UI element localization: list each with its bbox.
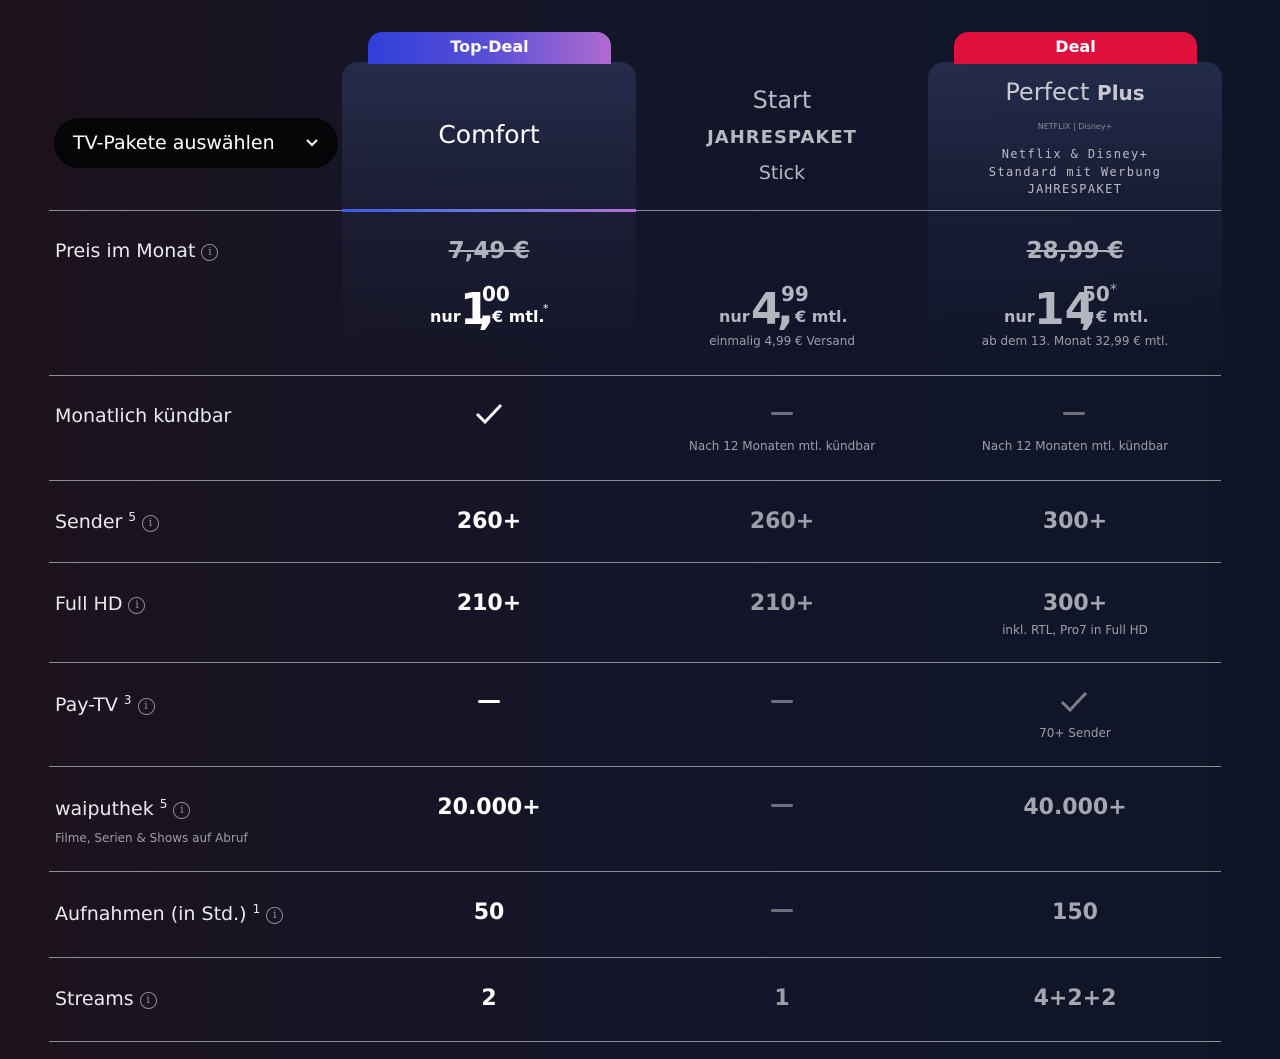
- perfect-sub-line3: JAHRESPAKET: [1027, 182, 1123, 196]
- dash-icon: [771, 804, 793, 807]
- info-icon[interactable]: i: [128, 597, 146, 614]
- chevron-down-icon: [304, 118, 320, 187]
- row-label-recordings: Aufnahmen (in Std.) 1i: [55, 902, 284, 925]
- recordings-label-text: Aufnahmen (in Std.): [55, 903, 247, 925]
- start-price-nur: nur: [719, 307, 750, 326]
- package-select-dropdown[interactable]: TV-Pakete auswählen: [54, 118, 338, 168]
- comfort-price: nur 1 , 00 € mtl. *: [430, 280, 560, 332]
- row-label-sender: Sender 5i: [55, 510, 160, 533]
- perfect-streams: 4+2+2: [1033, 986, 1117, 1011]
- row-label-cancel: Monatlich kündbar: [55, 405, 232, 427]
- paytv-footnote: 3: [123, 693, 132, 707]
- package-select-label: TV-Pakete auswählen: [73, 132, 275, 154]
- info-icon[interactable]: i: [142, 515, 160, 532]
- paytv-label-text: Pay-TV: [55, 694, 118, 716]
- perfect-price-unit: € mtl.: [1096, 307, 1149, 326]
- row-divider: [49, 480, 1221, 481]
- dash-icon: [771, 700, 793, 703]
- perfect-price: nur 14 , 50 * € mtl.: [1004, 280, 1154, 332]
- perfect-title-main: Perfect: [1005, 78, 1090, 106]
- row-label-fullhd: Full HD i: [55, 593, 146, 615]
- perfect-paytv-note: 70+ Sender: [1039, 726, 1111, 740]
- row-divider: [49, 562, 1221, 563]
- comfort-price-cents: 00: [482, 282, 510, 306]
- info-icon[interactable]: i: [173, 802, 191, 819]
- row-divider: [49, 662, 1221, 663]
- fullhd-label-text: Full HD: [55, 593, 123, 615]
- info-icon[interactable]: i: [266, 907, 284, 924]
- perfect-price-cents: 50: [1082, 282, 1110, 306]
- perfect-price-nur: nur: [1004, 307, 1035, 326]
- perfect-title: Perfect Plus: [928, 78, 1222, 106]
- start-price-note: einmalig 4,99 € Versand: [709, 334, 855, 348]
- start-price-unit: € mtl.: [795, 307, 848, 326]
- netflix-disney-logo: NETFLIX | Disney+: [1037, 122, 1113, 131]
- start-title: Start: [752, 86, 812, 114]
- comfort-fullhd: 210+: [456, 591, 522, 616]
- sender-footnote: 5: [128, 510, 137, 524]
- perfect-subtitle: Netflix & Disney+ Standard mit Werbung J…: [928, 146, 1222, 199]
- perfect-fullhd: 300+: [1042, 591, 1108, 616]
- perfect-sub-line2: Standard mit Werbung: [988, 164, 1162, 179]
- start-cancel-note: Nach 12 Monaten mtl. kündbar: [688, 439, 876, 453]
- perfect-sender: 300+: [1042, 509, 1108, 534]
- perfect-fullhd-note: inkl. RTL, Pro7 in Full HD: [1002, 623, 1148, 637]
- start-fullhd: 210+: [749, 591, 815, 616]
- waiputhek-label-text: waiputhek: [55, 798, 154, 820]
- dash-icon: [1063, 412, 1085, 415]
- check-icon: [1059, 690, 1089, 718]
- perfect-sub-line1: Netflix & Disney+: [1001, 147, 1149, 161]
- comfort-old-price: 7,49 €: [448, 238, 530, 264]
- perfect-waiputhek: 40.000+: [1023, 795, 1127, 820]
- comfort-title: Comfort: [438, 120, 540, 149]
- start-sender: 260+: [749, 509, 815, 534]
- dash-icon: [771, 909, 793, 912]
- price-label-text: Preis im Monat: [55, 240, 196, 262]
- perfect-price-note: ab dem 13. Monat 32,99 € mtl.: [981, 334, 1169, 348]
- perfect-title-suffix: Plus: [1097, 81, 1145, 105]
- dash-icon: [771, 412, 793, 415]
- comfort-recordings: 50: [473, 900, 505, 925]
- row-label-waiputhek: waiputhek 5i: [55, 797, 191, 820]
- check-icon: [474, 402, 504, 430]
- comfort-price-star: *: [543, 302, 549, 315]
- comfort-waiputhek: 20.000+: [437, 795, 541, 820]
- top-deal-badge: Top-Deal: [368, 32, 611, 64]
- row-divider: [49, 957, 1221, 958]
- comfort-accent-line: [342, 209, 636, 212]
- row-label-paytv: Pay-TV 3i: [55, 693, 155, 716]
- row-divider: [49, 375, 1221, 376]
- comfort-price-nur: nur: [430, 307, 461, 326]
- row-divider: [49, 1041, 1221, 1042]
- perfect-price-star: *: [1110, 282, 1117, 298]
- perfect-recordings: 150: [1052, 900, 1098, 925]
- recordings-footnote: 1: [252, 902, 261, 916]
- info-icon[interactable]: i: [137, 698, 155, 715]
- comfort-streams: 2: [481, 986, 497, 1011]
- info-icon[interactable]: i: [201, 244, 219, 261]
- comfort-price-unit: € mtl.: [492, 307, 545, 326]
- perfect-cancel-note: Nach 12 Monaten mtl. kündbar: [981, 439, 1169, 453]
- start-subtitle: JAHRESPAKET: [707, 127, 857, 148]
- row-divider: [49, 871, 1221, 872]
- row-divider: [49, 766, 1221, 767]
- start-subtitle-stick: Stick: [758, 162, 806, 184]
- deal-badge: Deal: [954, 32, 1197, 64]
- comfort-sender: 260+: [456, 509, 522, 534]
- row-label-streams: Streams i: [55, 988, 157, 1010]
- start-price-cents: 99: [781, 282, 809, 306]
- sender-label-text: Sender: [55, 511, 123, 533]
- streams-label-text: Streams: [55, 988, 134, 1010]
- perfect-old-price: 28,99 €: [1026, 238, 1124, 264]
- waiputhek-sublabel: Filme, Serien & Shows auf Abruf: [55, 831, 248, 845]
- dash-icon: [478, 700, 500, 703]
- start-price: nur 4 , 99 € mtl.: [719, 280, 849, 332]
- info-icon[interactable]: i: [139, 992, 157, 1009]
- waiputhek-footnote: 5: [159, 797, 168, 811]
- row-label-price: Preis im Monat i: [55, 240, 219, 262]
- start-streams: 1: [774, 986, 790, 1011]
